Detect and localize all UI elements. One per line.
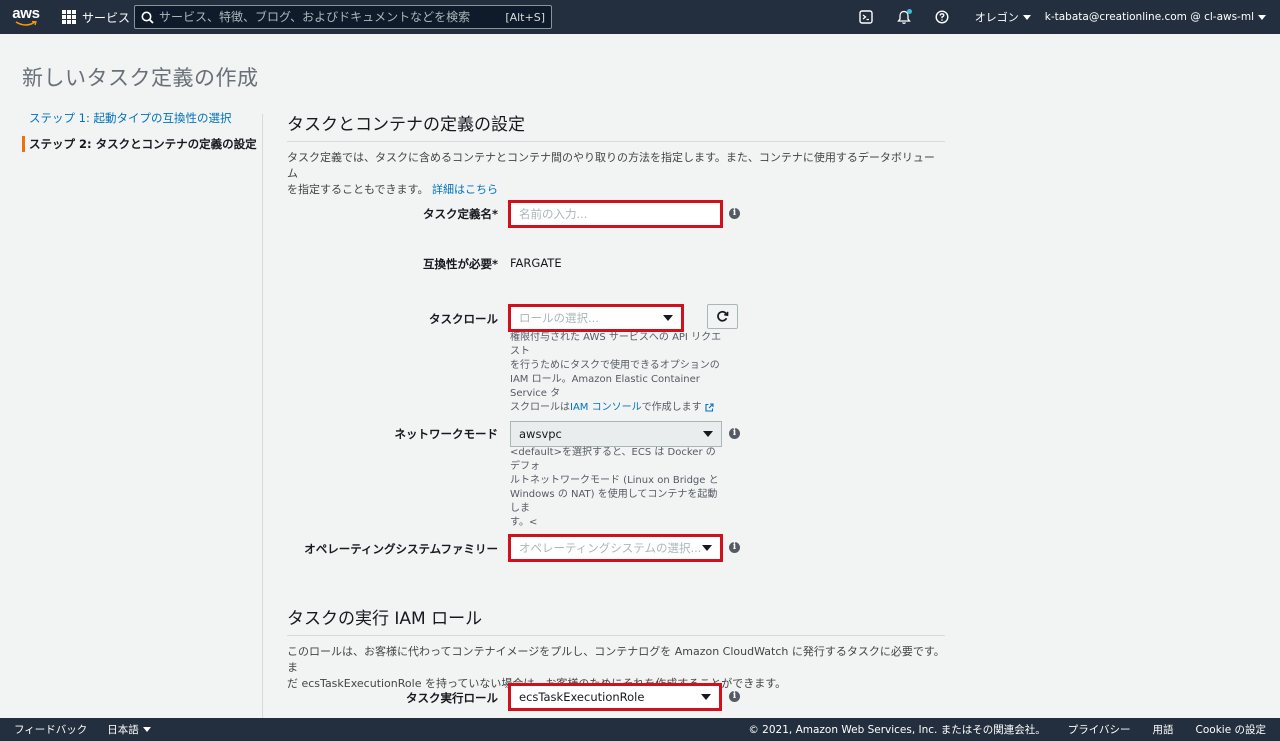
- network-mode-select[interactable]: awsvpc: [510, 421, 722, 447]
- os-family-select[interactable]: オペレーティングシステムの選択...: [510, 535, 721, 561]
- iam-console-link[interactable]: IAM コンソール: [570, 402, 642, 413]
- info-icon[interactable]: i: [729, 428, 740, 439]
- sidebar-divider: [262, 114, 263, 718]
- copyright-text: © 2021, Amazon Web Services, Inc. またはその関…: [748, 724, 1046, 736]
- help-line: 権限付与された AWS サービスへの API リクエスト: [510, 332, 722, 357]
- refresh-icon: [717, 310, 729, 322]
- task-role-select[interactable]: ロールの選択...: [510, 305, 682, 331]
- cloudshell-icon: [859, 10, 873, 24]
- cloudshell-button[interactable]: [847, 0, 885, 34]
- task-def-name-label: タスク定義名*: [422, 207, 498, 221]
- os-family-placeholder: オペレーティングシステムの選択...: [519, 541, 702, 555]
- step-1-link[interactable]: ステップ 1: 起動タイプの互換性の選択: [22, 110, 262, 126]
- region-label: オレゴン: [974, 11, 1019, 24]
- search-input[interactable]: [159, 6, 506, 28]
- section-title-task-container: タスクとコンテナの定義の設定: [287, 110, 945, 142]
- page-title: 新しいタスク定義の作成: [22, 66, 259, 90]
- language-label: 日本語: [107, 724, 139, 736]
- search-box[interactable]: [Alt+S]: [134, 5, 552, 29]
- info-icon[interactable]: i: [729, 691, 740, 702]
- help-line: ルトネットワークモード (Linux on Bridge と: [510, 475, 719, 486]
- chevron-down-icon: [1022, 14, 1031, 20]
- help-line: IAM ロール。Amazon Elastic Container Service…: [510, 374, 700, 399]
- help-line: で作成します: [641, 402, 702, 413]
- grid-icon: [62, 10, 76, 24]
- exec-role-select[interactable]: ecsTaskExecutionRole: [510, 684, 720, 710]
- terms-link[interactable]: 用語: [1153, 722, 1174, 737]
- smile-arrow-icon: [15, 21, 37, 26]
- nav-right-group: オレゴン k-tabata@creationline.com @ cl-aws-…: [847, 0, 1280, 34]
- notifications-button[interactable]: [885, 0, 923, 34]
- help-line: <default>を選択すると、ECS は Docker のデフォ: [510, 447, 716, 472]
- task-role-placeholder: ロールの選択...: [519, 311, 599, 325]
- section-description: タスク定義では、タスクに含めるコンテナとコンテナ間のやり取りの方法を指定します。…: [287, 150, 945, 198]
- exec-role-value: ecsTaskExecutionRole: [519, 690, 645, 704]
- desc-line-1: タスク定義では、タスクに含めるコンテナとコンテナ間のやり取りの方法を指定します。…: [287, 151, 935, 180]
- help-line: を行うためにタスクで使用できるオプションの: [510, 360, 720, 371]
- help-icon: [935, 10, 949, 24]
- compat-value: FARGATE: [510, 256, 562, 270]
- account-label: k-tabata@creationline.com @ cl-aws-ml: [1044, 11, 1254, 23]
- network-mode-value: awsvpc: [519, 427, 562, 441]
- task-role-help-text: 権限付与された AWS サービスへの API リクエスト を行うためにタスクで使…: [510, 331, 725, 415]
- help-line: Windows の NAT) を使用してコンテナを起動しま: [510, 489, 718, 514]
- account-menu[interactable]: k-tabata@creationline.com @ cl-aws-ml: [1045, 11, 1280, 23]
- network-mode-help-text: <default>を選択すると、ECS は Docker のデフォ ルトネットワ…: [510, 446, 725, 530]
- chevron-down-icon: [663, 315, 673, 321]
- top-navigation: aws サービス [Alt+S] オレゴン: [0, 0, 1280, 34]
- refresh-roles-button[interactable]: [707, 304, 738, 329]
- os-family-label: オペレーティングシステムファミリー: [304, 542, 498, 556]
- external-link-icon: [705, 402, 714, 412]
- network-mode-label: ネットワークモード: [394, 427, 499, 441]
- task-def-name-field[interactable]: [510, 201, 721, 227]
- task-role-label: タスクロール: [429, 312, 498, 326]
- services-label: サービス: [82, 10, 131, 25]
- step-2-current: ステップ 2: タスクとコンテナの定義の設定: [22, 136, 262, 152]
- aws-logo[interactable]: aws: [0, 0, 48, 34]
- help-line: す。<: [510, 517, 538, 528]
- chevron-down-icon: [703, 431, 713, 437]
- exec-role-label: タスク実行ロール: [406, 691, 498, 705]
- help-line: スクロールは: [510, 402, 570, 413]
- logo-text: aws: [12, 5, 40, 22]
- language-selector[interactable]: 日本語: [107, 722, 151, 737]
- services-menu-button[interactable]: サービス: [62, 0, 130, 34]
- chevron-down-icon: [702, 545, 712, 551]
- desc-line-2: を指定することもできます。: [287, 183, 429, 196]
- section-title-exec-role: タスクの実行 IAM ロール: [287, 604, 945, 636]
- notification-dot: [906, 9, 912, 14]
- help-button[interactable]: [923, 0, 961, 34]
- region-selector[interactable]: オレゴン: [975, 9, 1031, 25]
- footer: フィードバック 日本語 © 2021, Amazon Web Services,…: [0, 718, 1280, 741]
- task-def-name-input[interactable]: [519, 207, 712, 221]
- compat-label: 互換性が必要*: [422, 257, 498, 271]
- feedback-link[interactable]: フィードバック: [14, 722, 87, 737]
- chevron-down-icon: [142, 727, 151, 732]
- main-content: タスクとコンテナの定義の設定 タスク定義では、タスクに含めるコンテナとコンテナ間…: [287, 110, 945, 198]
- chevron-down-icon: [1258, 14, 1266, 20]
- info-icon[interactable]: i: [729, 542, 740, 553]
- search-shortcut-hint: [Alt+S]: [505, 10, 545, 24]
- section-exec-role: タスクの実行 IAM ロール このロールは、お客様に代わってコンテナイメージをプ…: [287, 604, 945, 692]
- chevron-down-icon: [701, 694, 711, 700]
- learn-more-link[interactable]: 詳細はこちら: [432, 183, 498, 196]
- cookie-settings-link[interactable]: Cookie の設定: [1196, 722, 1266, 737]
- steps-nav: ステップ 1: 起動タイプの互換性の選択 ステップ 2: タスクとコンテナの定義…: [22, 110, 262, 162]
- desc-line-1: このロールは、お客様に代わってコンテナイメージをプルし、コンテナログを Amaz…: [287, 645, 945, 674]
- search-icon: [135, 6, 159, 28]
- info-icon[interactable]: i: [729, 208, 740, 219]
- privacy-link[interactable]: プライバシー: [1068, 722, 1131, 737]
